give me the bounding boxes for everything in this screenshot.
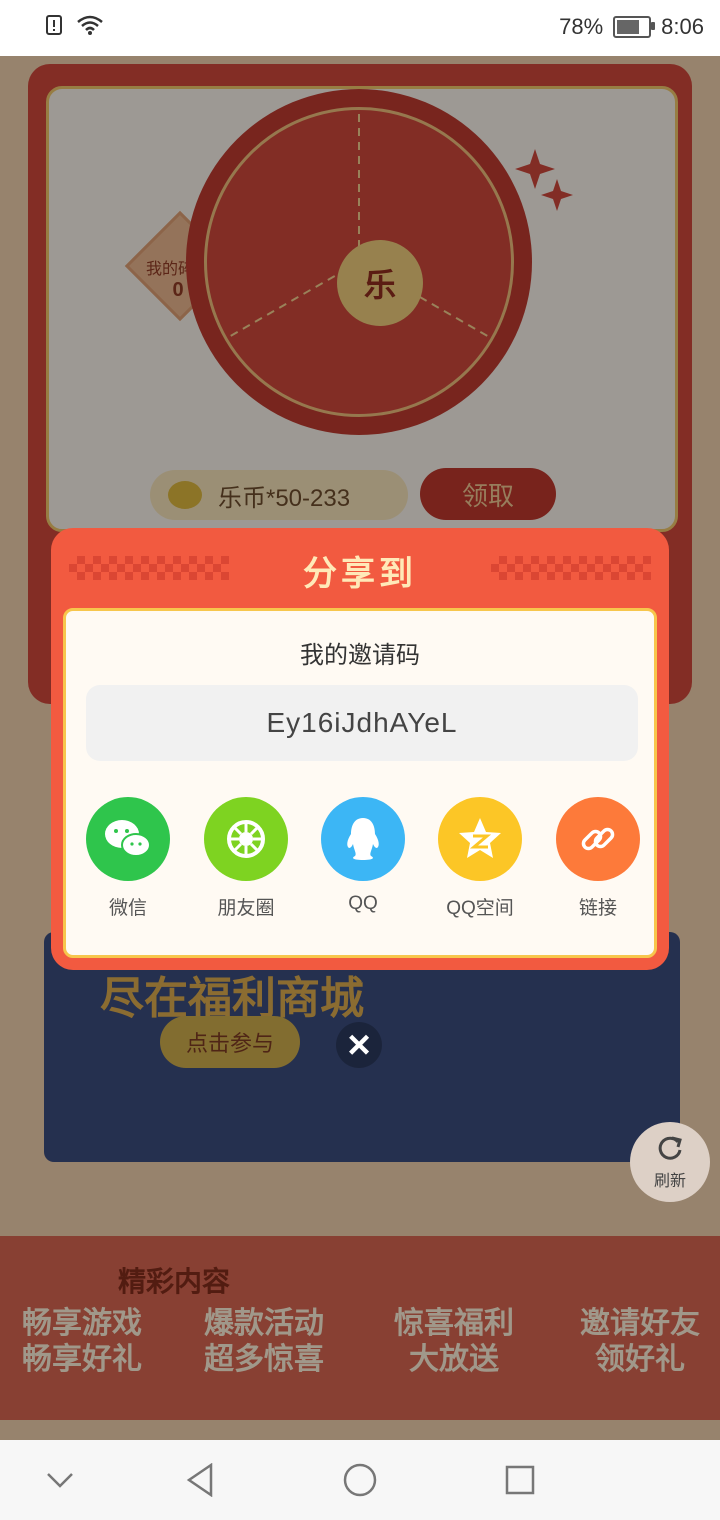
clock: 8:06 <box>661 14 704 39</box>
system-nav-bar <box>0 1440 720 1520</box>
refresh-button[interactable]: 刷新 <box>630 1122 710 1202</box>
battery-percent: 78% <box>559 14 604 39</box>
share-link-label: 链接 <box>578 898 617 919</box>
invite-code-title: 我的邀请码 <box>300 642 420 669</box>
share-link[interactable]: 链接 <box>538 797 658 920</box>
chevron-down-icon[interactable] <box>40 1460 80 1500</box>
share-wechat[interactable]: 微信 <box>68 797 188 920</box>
dialog-body: 我的邀请码 Ey16iJdhAYeL 微信 朋友圈 QQ QQ空间 链接 <box>63 608 657 958</box>
share-qzone[interactable]: QQ空间 <box>420 797 540 920</box>
share-qq-label: QQ <box>348 893 378 914</box>
wechat-icon <box>86 797 170 881</box>
share-moments-label: 朋友圈 <box>217 898 275 919</box>
wifi-icon <box>76 14 104 41</box>
close-icon[interactable]: × <box>336 1022 382 1068</box>
share-wechat-label: 微信 <box>108 898 147 919</box>
dialog-title: 分享到 <box>303 555 417 593</box>
battery-icon <box>613 16 656 38</box>
moments-icon <box>204 797 288 881</box>
share-qzone-label: QQ空间 <box>446 898 514 919</box>
recents-icon[interactable] <box>500 1460 540 1500</box>
link-icon <box>556 797 640 881</box>
refresh-icon <box>656 1134 684 1167</box>
share-dialog: 分享到 我的邀请码 Ey16iJdhAYeL 微信 朋友圈 QQ QQ空间 链接 <box>51 528 669 970</box>
back-icon[interactable] <box>180 1460 220 1500</box>
qq-icon <box>321 797 405 881</box>
home-icon[interactable] <box>340 1460 380 1500</box>
share-targets: 微信 朋友圈 QQ QQ空间 链接 <box>66 797 654 937</box>
invite-code-box[interactable]: Ey16iJdhAYeL <box>86 685 638 761</box>
share-qq[interactable]: QQ <box>303 797 423 915</box>
share-moments[interactable]: 朋友圈 <box>186 797 306 920</box>
qzone-icon <box>438 797 522 881</box>
status-bar: 78% 8:06 <box>0 0 720 56</box>
alert-icon <box>44 14 66 41</box>
refresh-label: 刷新 <box>653 1172 686 1190</box>
